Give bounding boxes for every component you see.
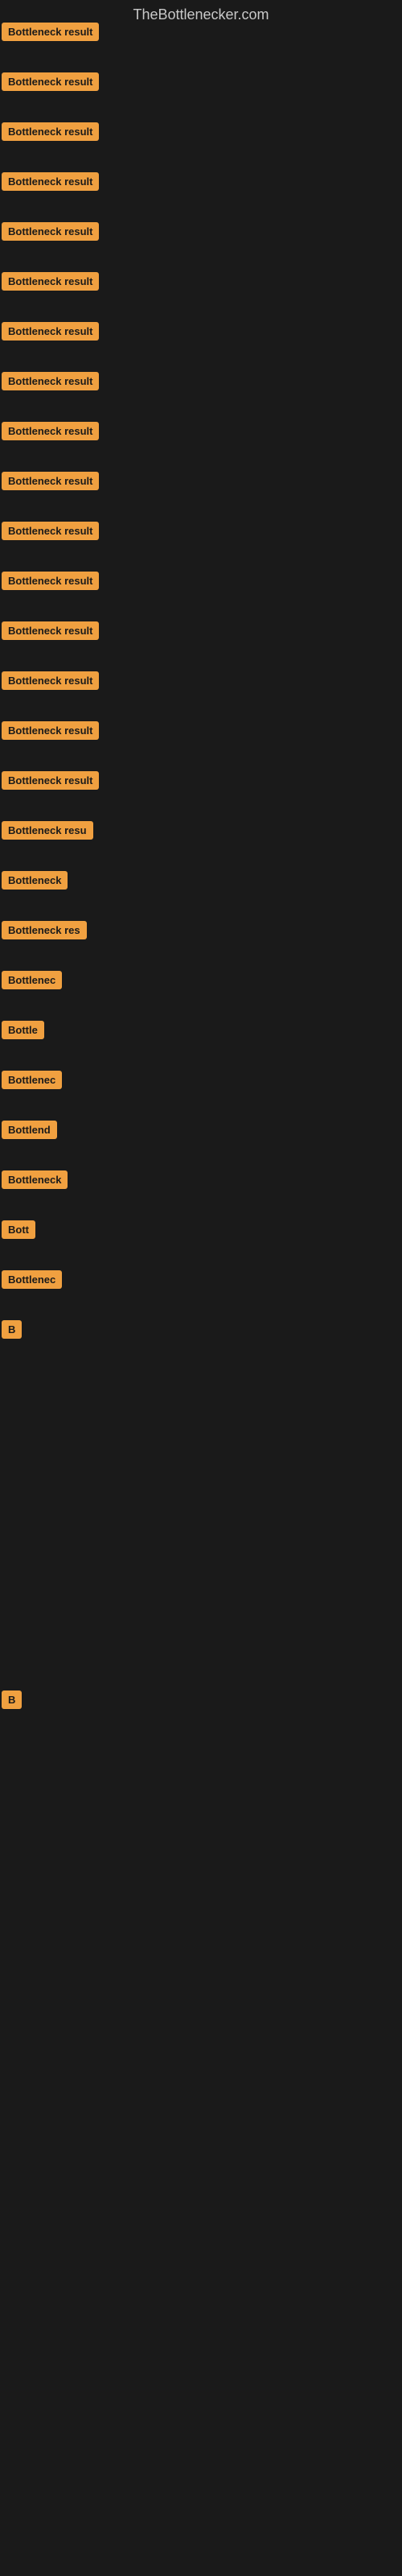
- bottleneck-badge-12: Bottleneck result: [2, 621, 99, 640]
- bottleneck-item-9: Bottleneck result: [2, 472, 99, 494]
- bottleneck-item-10: Bottleneck result: [2, 522, 99, 544]
- bottleneck-item-24: Bott: [2, 1220, 35, 1243]
- bottleneck-item-11: Bottleneck result: [2, 572, 99, 594]
- bottleneck-badge-25: Bottlenec: [2, 1270, 62, 1289]
- bottleneck-badge-18: Bottleneck res: [2, 921, 87, 939]
- bottleneck-badge-1: Bottleneck result: [2, 72, 99, 91]
- bottleneck-item-22: Bottlend: [2, 1121, 57, 1143]
- bottleneck-badge-11: Bottleneck result: [2, 572, 99, 590]
- bottleneck-badge-6: Bottleneck result: [2, 322, 99, 341]
- bottleneck-badge-9: Bottleneck result: [2, 472, 99, 490]
- bottleneck-item-3: Bottleneck result: [2, 172, 99, 195]
- bottleneck-item-18: Bottleneck res: [2, 921, 87, 943]
- bottleneck-item-14: Bottleneck result: [2, 721, 99, 744]
- bottleneck-item-15: Bottleneck result: [2, 771, 99, 794]
- bottleneck-badge-2: Bottleneck result: [2, 122, 99, 141]
- bottleneck-item-21: Bottlenec: [2, 1071, 62, 1093]
- bottleneck-badge-0: Bottleneck result: [2, 23, 99, 41]
- bottleneck-badge-7: Bottleneck result: [2, 372, 99, 390]
- bottleneck-badge-5: Bottleneck result: [2, 272, 99, 291]
- bottleneck-badge-24: Bott: [2, 1220, 35, 1239]
- bottleneck-badge-4: Bottleneck result: [2, 222, 99, 241]
- bottleneck-item-7: Bottleneck result: [2, 372, 99, 394]
- bottleneck-badge-21: Bottlenec: [2, 1071, 62, 1089]
- bottleneck-badge-3: Bottleneck result: [2, 172, 99, 191]
- bottleneck-item-6: Bottleneck result: [2, 322, 99, 345]
- bottleneck-item-8: Bottleneck result: [2, 422, 99, 444]
- bottleneck-badge-20: Bottle: [2, 1021, 44, 1039]
- bottleneck-badge-19: Bottlenec: [2, 971, 62, 989]
- bottleneck-item-1: Bottleneck result: [2, 72, 99, 95]
- bottleneck-badge-14: Bottleneck result: [2, 721, 99, 740]
- bottleneck-item-0: Bottleneck result: [2, 23, 99, 45]
- bottleneck-item-20: Bottle: [2, 1021, 44, 1043]
- bottleneck-item-17: Bottleneck: [2, 871, 68, 894]
- bottleneck-badge-8: Bottleneck result: [2, 422, 99, 440]
- bottleneck-badge-23: Bottleneck: [2, 1170, 68, 1189]
- bottleneck-badge-16: Bottleneck resu: [2, 821, 93, 840]
- bottleneck-badge-15: Bottleneck result: [2, 771, 99, 790]
- bottleneck-item-25: Bottlenec: [2, 1270, 62, 1293]
- bottleneck-item-5: Bottleneck result: [2, 272, 99, 295]
- bottleneck-item-12: Bottleneck result: [2, 621, 99, 644]
- bottleneck-badge-26: B: [2, 1320, 22, 1339]
- bottleneck-item-13: Bottleneck result: [2, 671, 99, 694]
- bottleneck-badge-22: Bottlend: [2, 1121, 57, 1139]
- bottleneck-item-31: B: [2, 1690, 22, 1713]
- bottleneck-item-4: Bottleneck result: [2, 222, 99, 245]
- page-container: TheBottlenecker.com Bottleneck resultBot…: [0, 0, 402, 2576]
- bottleneck-badge-13: Bottleneck result: [2, 671, 99, 690]
- bottleneck-badge-17: Bottleneck: [2, 871, 68, 890]
- bottleneck-item-19: Bottlenec: [2, 971, 62, 993]
- bottleneck-item-26: B: [2, 1320, 22, 1343]
- bottleneck-item-16: Bottleneck resu: [2, 821, 93, 844]
- bottleneck-badge-10: Bottleneck result: [2, 522, 99, 540]
- bottleneck-item-2: Bottleneck result: [2, 122, 99, 145]
- bottleneck-item-23: Bottleneck: [2, 1170, 68, 1193]
- bottleneck-badge-31: B: [2, 1690, 22, 1709]
